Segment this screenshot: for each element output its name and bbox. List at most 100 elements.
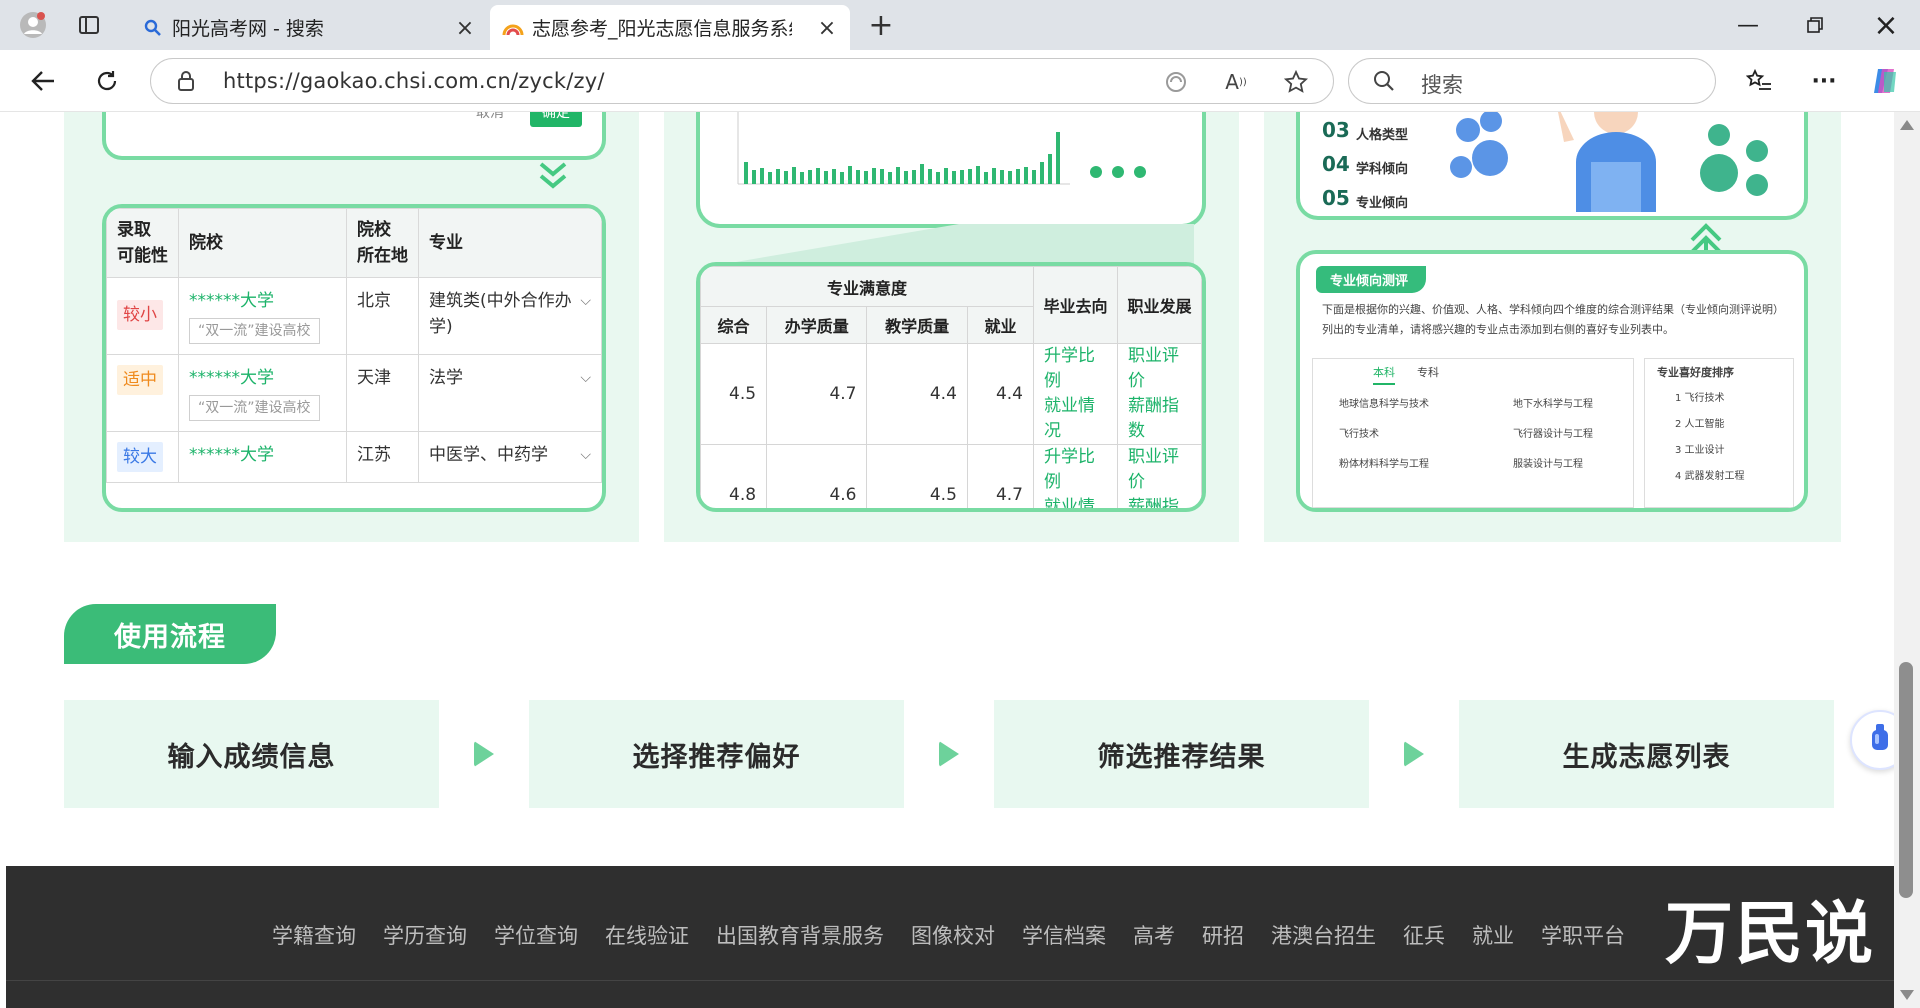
- link-employment[interactable]: 就业情况: [1044, 394, 1107, 444]
- thumbnail-bar: [752, 170, 756, 184]
- bubble-icon: [1708, 124, 1730, 146]
- page-scrollbar[interactable]: [1894, 112, 1920, 1008]
- preference-title: 专业喜好度排序: [1657, 366, 1734, 379]
- footer-link[interactable]: 学职平台: [1541, 920, 1625, 950]
- school-name[interactable]: ******大学: [189, 365, 336, 391]
- tab-search[interactable]: 阳光高考网 - 搜索 ×: [130, 5, 488, 50]
- bubble-icon: [1746, 140, 1768, 162]
- footer-link[interactable]: 高考: [1133, 920, 1175, 950]
- chevron-down-icon[interactable]: ⌵: [580, 288, 591, 314]
- link-salary-index[interactable]: 薪酬指数: [1128, 394, 1191, 444]
- school-table: 录取 可能性 院校 院校 所在地 专业 较小 ******大学 “双一流”建设高校 北…: [106, 208, 602, 483]
- preference-item[interactable]: 1 飞行技术: [1675, 389, 1725, 409]
- read-aloud-icon[interactable]: A)): [1223, 69, 1249, 95]
- address-bar[interactable]: https://gaokao.chsi.com.cn/zyck/zy/ A)): [150, 58, 1334, 104]
- major-item[interactable]: 飞行技术: [1339, 425, 1379, 445]
- footer-link[interactable]: 学籍查询: [272, 920, 356, 950]
- thumbnail-bar: [1024, 167, 1028, 184]
- satisfaction-table: 专业满意度 毕业去向 职业发展 综合 办学质量 教学质量 就业 4.5 4.7: [700, 266, 1202, 508]
- step-number: 04: [1322, 152, 1350, 176]
- school-location: 江苏: [346, 431, 419, 483]
- score-cell: 4.7: [766, 343, 868, 445]
- preference-item[interactable]: 3 工业设计: [1675, 441, 1725, 461]
- link-further-study[interactable]: 升学比例: [1044, 445, 1107, 495]
- tracking-prevention-icon[interactable]: [1163, 69, 1189, 95]
- school-name[interactable]: ******大学: [189, 442, 336, 468]
- footer-link[interactable]: 学位查询: [494, 920, 578, 950]
- footer-link[interactable]: 图像校对: [911, 920, 995, 950]
- more-menu-icon[interactable]: ···: [1807, 64, 1841, 98]
- footer-link[interactable]: 学历查询: [383, 920, 467, 950]
- link-employment[interactable]: 就业情况: [1044, 495, 1107, 508]
- footer-link[interactable]: 学信档案: [1022, 920, 1106, 950]
- link-salary-index[interactable]: 薪酬指数: [1128, 495, 1191, 508]
- favorite-star-icon[interactable]: [1283, 69, 1309, 95]
- back-arrow-icon[interactable]: [26, 64, 60, 98]
- score-cell: 4.7: [966, 444, 1035, 508]
- major-item[interactable]: 地下水科学与工程: [1513, 395, 1593, 415]
- footer-links: 学籍查询 学历查询 学位查询 在线验证 出国教育背景服务 图像校对 学信档案 高…: [272, 920, 1652, 950]
- lock-icon[interactable]: [177, 70, 195, 96]
- cancel-button[interactable]: 取消: [476, 112, 504, 122]
- footer-link[interactable]: 出国教育背景服务: [716, 920, 884, 950]
- tab-close-icon[interactable]: ×: [816, 16, 838, 41]
- footer-link[interactable]: 征兵: [1403, 920, 1445, 950]
- evaluation-desc: 下面是根据你的兴趣、价值观、人格、学科倾向四个维度的综合测评结果（专业倾向测评说…: [1322, 303, 1784, 316]
- arrow-right-icon: [1404, 741, 1424, 767]
- col-school-quality: 办学质量: [766, 306, 868, 344]
- table-row[interactable]: 较小 ******大学 “双一流”建设高校 北京 ⌵ 建筑类(中外合作办学): [106, 277, 602, 355]
- step-select-preferences: 选择推荐偏好: [529, 700, 904, 808]
- footer-link[interactable]: 港澳台招生: [1271, 920, 1376, 950]
- col-major: 专业: [418, 208, 602, 278]
- step-generate-list: 生成志愿列表: [1459, 700, 1834, 808]
- minimize-icon[interactable]: —: [1728, 8, 1768, 42]
- chance-badge: 适中: [117, 365, 163, 395]
- major-item[interactable]: 粉体材料科学与工程: [1339, 455, 1429, 475]
- scroll-up-icon[interactable]: [1900, 120, 1914, 130]
- footer-link[interactable]: 研招: [1202, 920, 1244, 950]
- chevron-down-icon[interactable]: ⌵: [580, 365, 591, 391]
- table-row: 4.5 4.7 4.4 4.4 升学比例 就业情况 职业评价 薪酬指数: [700, 343, 1202, 445]
- thumbnail-bar: [848, 166, 852, 184]
- col-career: 职业发展: [1117, 266, 1202, 344]
- thumbnail-bar: [760, 168, 764, 184]
- confirm-button[interactable]: 确定: [530, 112, 582, 127]
- tab-actions-icon[interactable]: [74, 10, 104, 40]
- tab-vocational[interactable]: 专科: [1417, 363, 1439, 383]
- table-row[interactable]: 较大 ******大学 江苏 ⌵ 中医学、中药学: [106, 431, 602, 483]
- table-row[interactable]: 适中 ******大学 “双一流”建设高校 天津 ⌵ 法学: [106, 354, 602, 432]
- copilot-icon[interactable]: [1868, 64, 1902, 98]
- preference-list-card: 专业喜好度排序 1 飞行技术 2 人工智能 3 工业设计 4 武器发射工程: [1644, 358, 1794, 508]
- footer-link[interactable]: 就业: [1472, 920, 1514, 950]
- major-item[interactable]: 服装设计与工程: [1513, 455, 1583, 475]
- major-item[interactable]: 飞行器设计与工程: [1513, 425, 1593, 445]
- major-item[interactable]: 地球信息科学与技术: [1339, 395, 1429, 415]
- school-name[interactable]: ******大学: [189, 288, 336, 314]
- scroll-down-icon[interactable]: [1900, 990, 1914, 1000]
- tab-zhiyuan[interactable]: 志愿参考_阳光志愿信息服务系统 ×: [490, 5, 850, 50]
- preference-item[interactable]: 4 武器发射工程: [1675, 467, 1745, 487]
- new-tab-button[interactable]: +: [866, 8, 896, 43]
- thumbnail-bar: [1056, 132, 1060, 184]
- thumbnail-bar: [1000, 170, 1004, 184]
- scroll-thumb[interactable]: [1899, 662, 1913, 898]
- thumbnail-bar: [1040, 162, 1044, 184]
- step-input-scores: 输入成绩信息: [64, 700, 439, 808]
- refresh-icon[interactable]: [90, 64, 124, 98]
- major-list-card: 本科 专科 地球信息科学与技术 地下水科学与工程 飞行技术 飞行器设计与工程 粉…: [1312, 358, 1634, 508]
- restore-icon[interactable]: [1795, 8, 1835, 42]
- link-career-rating[interactable]: 职业评价: [1128, 445, 1191, 495]
- profile-avatar-icon[interactable]: [18, 10, 48, 40]
- tab-close-icon[interactable]: ×: [454, 16, 476, 41]
- web-search-box[interactable]: 搜索: [1348, 58, 1716, 104]
- favorites-list-icon[interactable]: [1742, 64, 1776, 98]
- link-further-study[interactable]: 升学比例: [1044, 344, 1107, 394]
- footer-link[interactable]: 在线验证: [605, 920, 689, 950]
- window-close-icon[interactable]: ×: [1866, 8, 1906, 43]
- tab-undergraduate[interactable]: 本科: [1373, 363, 1395, 385]
- chevron-down-icon[interactable]: ⌵: [580, 442, 591, 468]
- thumbnail-bar: [744, 162, 748, 184]
- link-career-rating[interactable]: 职业评价: [1128, 344, 1191, 394]
- url-text[interactable]: https://gaokao.chsi.com.cn/zyck/zy/: [223, 69, 605, 93]
- preference-item[interactable]: 2 人工智能: [1675, 415, 1725, 435]
